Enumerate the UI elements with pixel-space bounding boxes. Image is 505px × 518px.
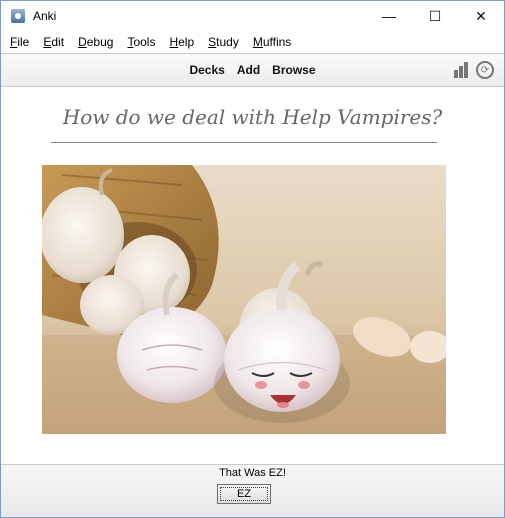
menu-tools-label: ools (133, 35, 156, 49)
menu-debug-mnemonic: D (78, 35, 87, 49)
anki-window: Anki — ☐ ✕ File Edit Debug Tools Help St… (0, 0, 505, 518)
menu-file[interactable]: File (3, 31, 36, 53)
menu-debug[interactable]: Debug (71, 31, 120, 53)
question-divider (51, 142, 437, 143)
ez-button[interactable]: EZ (217, 484, 271, 504)
garlic-photo (42, 165, 446, 434)
close-button[interactable]: ✕ (458, 1, 504, 31)
toolbar-right-icons: ⟳ (454, 61, 494, 79)
menu-study-mnemonic: S (208, 35, 217, 49)
menu-debug-label: ebug (86, 35, 114, 49)
answer-label: That Was EZ! (219, 467, 286, 479)
menu-tools[interactable]: Tools (120, 31, 162, 53)
stats-icon[interactable] (454, 62, 470, 78)
menu-muffins[interactable]: Muffins (246, 31, 298, 53)
menu-help[interactable]: Help (162, 31, 201, 53)
anki-app-icon (11, 9, 25, 23)
menu-file-label: ile (17, 35, 30, 49)
menu-edit-label: dit (51, 35, 65, 49)
main-toolbar: Decks Add Browse ⟳ (1, 53, 504, 87)
maximize-button[interactable]: ☐ (412, 1, 458, 31)
sync-icon[interactable]: ⟳ (476, 61, 494, 79)
menu-help-mnemonic: H (169, 35, 179, 49)
card-question: How do we deal with Help Vampires? (62, 105, 443, 129)
menu-muffins-mnemonic: M (252, 35, 263, 49)
answer-footer: That Was EZ! EZ (1, 464, 504, 517)
minimize-button[interactable]: — (366, 1, 412, 31)
menu-bar: File Edit Debug Tools Help Study Muffins (1, 31, 504, 53)
window-title: Anki (33, 9, 57, 23)
menu-edit[interactable]: Edit (36, 31, 71, 53)
menu-study[interactable]: Study (201, 31, 246, 53)
add-link[interactable]: Add (237, 63, 260, 77)
menu-muffins-label: uffins (262, 35, 292, 49)
card-content: How do we deal with Help Vampires? (1, 87, 504, 465)
browse-link[interactable]: Browse (272, 63, 315, 77)
menu-study-label: tudy (216, 35, 239, 49)
title-bar[interactable]: Anki — ☐ ✕ (1, 1, 504, 31)
decks-link[interactable]: Decks (189, 63, 224, 77)
menu-help-label: elp (178, 35, 195, 49)
